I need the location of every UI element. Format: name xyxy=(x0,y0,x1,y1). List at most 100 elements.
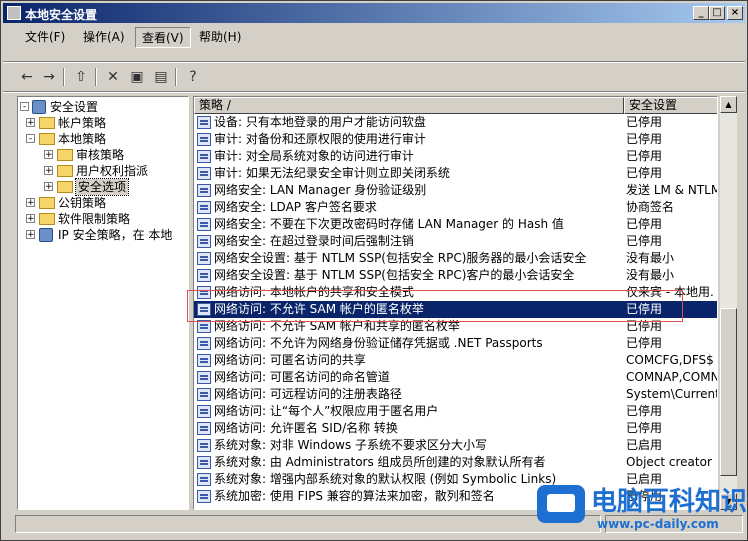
policy-icon xyxy=(197,422,211,435)
site-watermark: 电脑百科知识 www.pc-daily.com xyxy=(531,479,747,539)
policy-icon xyxy=(197,320,211,333)
title-bar[interactable]: 本地安全设置 _ □ × xyxy=(3,3,745,23)
table-row[interactable]: 设备: 只有本地登录的用户才能访问软盘 已停用 xyxy=(194,114,717,131)
policy-setting: 已停用 xyxy=(626,149,663,163)
folder-icon xyxy=(39,117,55,129)
export-list-icon[interactable]: ▤ xyxy=(151,67,171,87)
tree-label: 本地策略 xyxy=(58,132,107,146)
policy-name: 系统对象: 由 Administrators 组成员所创建的对象默认所有者 xyxy=(214,455,546,469)
table-row[interactable]: 审计: 如果无法纪录安全审计则立即关闭系统 已停用 xyxy=(194,165,717,182)
collapse-icon[interactable]: - xyxy=(26,134,35,144)
expand-icon[interactable]: + xyxy=(26,198,35,208)
forward-icon[interactable]: → xyxy=(39,67,59,87)
folder-icon xyxy=(39,197,55,209)
table-row[interactable]: 系统对象: 由 Administrators 组成员所创建的对象默认所有者 Obj… xyxy=(194,454,717,471)
policy-name: 审计: 对备份和还原权限的使用进行审计 xyxy=(214,132,426,146)
table-row[interactable]: 网络安全: LAN Manager 身份验证级别 发送 LM & NTLM . xyxy=(194,182,718,199)
scroll-thumb[interactable] xyxy=(720,308,737,476)
table-row[interactable]: 网络访问: 让“每个人”权限应用于匿名用户 已停用 xyxy=(194,403,717,420)
folder-icon xyxy=(57,149,73,161)
table-row[interactable]: 网络访问: 允许匿名 SID/名称 转换 已停用 xyxy=(194,420,717,437)
policy-setting: 协商签名 xyxy=(626,200,675,214)
tree-label-selected: 安全选项 xyxy=(74,178,130,196)
policy-icon xyxy=(197,354,211,367)
collapse-icon[interactable]: - xyxy=(20,102,29,112)
tree-label: 软件限制策略 xyxy=(58,212,131,226)
tree-label: 公钥策略 xyxy=(58,196,107,210)
policy-setting: 已启用 xyxy=(626,438,663,452)
policy-list[interactable]: 策略 / 安全设置 设备: 只有本地登录的用户才能访问软盘 已停用 审计: 对备份和… xyxy=(193,96,718,510)
column-header-setting[interactable]: 安全设置 xyxy=(624,97,717,114)
policy-icon xyxy=(197,133,211,146)
policy-setting: 发送 LM & NTLM . xyxy=(626,183,718,197)
table-row[interactable]: 网络安全: 在超过登录时间后强制注销 已停用 xyxy=(194,233,717,250)
help-icon[interactable]: ? xyxy=(183,67,203,87)
minimize-button[interactable]: _ xyxy=(693,6,709,20)
expand-icon[interactable]: + xyxy=(26,118,35,128)
table-row[interactable]: 网络访问: 本地帐户的共享和安全模式 仅来宾 - 本地用. xyxy=(194,284,717,301)
policy-setting: 仅来宾 - 本地用. xyxy=(626,285,714,299)
policy-icon xyxy=(197,235,211,248)
policy-setting: COMNAP,COMNODE,. xyxy=(626,370,717,384)
menu-file[interactable]: 文件(F) xyxy=(19,27,71,46)
expand-icon[interactable]: + xyxy=(26,214,35,224)
policy-icon xyxy=(197,473,211,486)
expand-icon[interactable]: + xyxy=(44,182,53,192)
table-row[interactable]: 审计: 对全局系统对象的访问进行审计 已停用 xyxy=(194,148,717,165)
policy-icon xyxy=(197,337,211,350)
table-row[interactable]: 网络安全: LDAP 客户签名要求 协商签名 xyxy=(194,199,717,216)
menu-help[interactable]: 帮助(H) xyxy=(193,27,247,46)
table-row[interactable]: 系统对象: 对非 Windows 子系统不要求区分大小写 已启用 xyxy=(194,437,717,454)
table-row[interactable]: 网络访问: 不允许为网络身份验证储存凭据或 .NET Passports 已停用 xyxy=(194,335,717,352)
policy-setting: 已停用 xyxy=(626,336,663,350)
up-folder-icon[interactable]: ⇧ xyxy=(71,67,91,87)
folder-icon xyxy=(39,213,55,225)
policy-name: 审计: 如果无法纪录安全审计则立即关闭系统 xyxy=(214,166,450,180)
back-icon[interactable]: ← xyxy=(17,67,37,87)
policy-icon xyxy=(197,439,211,452)
table-row[interactable]: 网络安全设置: 基于 NTLM SSP(包括安全 RPC)服务器的最小会话安全 没… xyxy=(194,250,717,267)
delete-icon[interactable]: ✕ xyxy=(103,67,123,87)
table-row[interactable]: 网络访问: 可匿名访问的命名管道 COMNAP,COMNODE,. xyxy=(194,369,717,386)
table-row[interactable]: 网络访问: 可匿名访问的共享 COMCFG,DFS$ xyxy=(194,352,717,369)
column-header-policy[interactable]: 策略 / xyxy=(194,97,624,114)
policy-name: 网络访问: 不允许 SAM 帐户和共享的匿名枚举 xyxy=(214,319,460,333)
toolbar-separator xyxy=(63,68,65,86)
policy-setting: 已停用 xyxy=(626,115,663,129)
policy-setting: System\CurrentC. xyxy=(626,387,717,401)
policy-name: 网络访问: 本地帐户的共享和安全模式 xyxy=(214,285,414,299)
table-row[interactable]: 网络访问: 可远程访问的注册表路径 System\CurrentC. xyxy=(194,386,717,403)
table-row[interactable]: 网络安全: 不要在下次更改密码时存储 LAN Manager 的 Hash 值 已… xyxy=(194,216,717,233)
menu-view[interactable]: 查看(V) xyxy=(135,27,191,48)
policy-name: 网络安全: 在超过登录时间后强制注销 xyxy=(214,234,414,248)
shield-icon xyxy=(32,100,46,114)
table-row[interactable]: 审计: 对备份和还原权限的使用进行审计 已停用 xyxy=(194,131,717,148)
policy-icon xyxy=(197,405,211,418)
menu-action[interactable]: 操作(A) xyxy=(77,27,131,46)
tree-pane[interactable]: - 安全设置 + 帐户策略 - 本地策略 + 审核策略 + 用户权利指派 + 安… xyxy=(17,96,189,510)
policy-name: 网络访问: 可匿名访问的共享 xyxy=(214,353,366,367)
watermark-url: www.pc-daily.com xyxy=(597,517,719,531)
vertical-scrollbar[interactable]: ▲ ▼ xyxy=(720,96,737,510)
policy-icon xyxy=(197,167,211,180)
menu-bar: 文件(F) 操作(A) 查看(V) 帮助(H) xyxy=(3,25,745,48)
policy-icon xyxy=(197,269,211,282)
policy-setting: 已停用 xyxy=(626,404,663,418)
scroll-up-icon[interactable]: ▲ xyxy=(720,96,737,113)
table-row[interactable]: 网络安全设置: 基于 NTLM SSP(包括安全 RPC)客户的最小会话安全 没有… xyxy=(194,267,717,284)
folder-icon xyxy=(57,181,73,193)
expand-icon[interactable]: + xyxy=(26,230,35,240)
expand-icon[interactable]: + xyxy=(44,150,53,160)
window-title: 本地安全设置 xyxy=(25,8,98,22)
properties-icon[interactable]: ▣ xyxy=(127,67,147,87)
table-row[interactable]: 网络访问: 不允许 SAM 帐户和共享的匿名枚举 已停用 xyxy=(194,318,717,335)
expand-icon[interactable]: + xyxy=(44,166,53,176)
table-row[interactable]: 网络访问: 不允许 SAM 帐户的匿名枚举 已停用 xyxy=(194,301,717,318)
policy-setting: 已停用 xyxy=(626,302,663,316)
policy-name: 网络访问: 可匿名访问的命名管道 xyxy=(214,370,390,384)
policy-setting: 没有最小 xyxy=(626,251,675,265)
close-button[interactable]: × xyxy=(727,6,743,20)
policy-icon xyxy=(197,286,211,299)
maximize-button[interactable]: □ xyxy=(709,6,725,20)
policy-name: 网络安全: 不要在下次更改密码时存储 LAN Manager 的 Hash 值 xyxy=(214,217,564,231)
